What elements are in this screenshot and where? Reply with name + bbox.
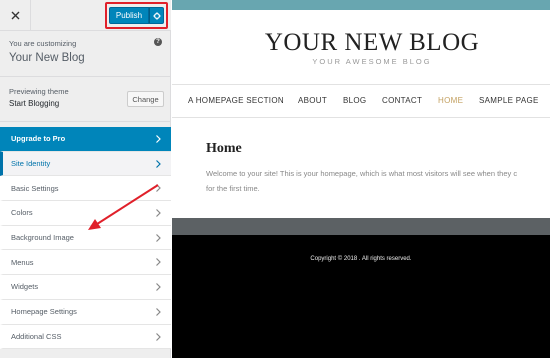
page-title: Home (206, 141, 242, 156)
sidebar-item-label: Menus (11, 257, 34, 267)
chevron-right-icon (156, 283, 161, 292)
customizer-panel-list: Upgrade to Pro Site Identity Basic Setti… (0, 127, 171, 350)
theme-name: Start Blogging (9, 99, 60, 108)
copyright-text: Copyright © 2018 . All rights reserved. (310, 256, 412, 262)
footer-widget-bar (172, 218, 550, 235)
sidebar-item-upgrade-to-pro[interactable]: Upgrade to Pro (0, 127, 171, 152)
publish-highlight-box: Publish (105, 2, 168, 29)
customizing-info: You are customizing Your New Blog ? (0, 31, 171, 77)
site-preview: YOUR NEW BLOG YOUR AWESOME BLOG A HOMEPA… (172, 0, 550, 358)
chevron-right-icon (156, 332, 161, 341)
help-icon[interactable]: ? (154, 38, 162, 46)
customizer-header: Publish (0, 0, 171, 31)
header-accent-bar (172, 0, 550, 10)
change-theme-button[interactable]: Change (127, 91, 164, 107)
sidebar-item-menus[interactable]: Menus (0, 250, 171, 276)
sidebar-item-label: Basic Settings (11, 183, 59, 193)
close-customizer-button[interactable] (0, 0, 31, 31)
annotation-arrow-icon (88, 184, 159, 230)
sidebar-item-additional-css[interactable]: Additional CSS (0, 324, 171, 350)
gear-icon (152, 11, 161, 20)
publish-button[interactable]: Publish (109, 7, 149, 24)
close-icon (11, 11, 19, 20)
chevron-right-icon (156, 159, 161, 168)
sidebar-item-widgets[interactable]: Widgets (0, 275, 171, 300)
site-footer: Copyright © 2018 . All rights reserved. (172, 235, 550, 358)
nav-item-contact[interactable]: CONTACT (382, 96, 422, 105)
sidebar-item-site-identity[interactable]: Site Identity (0, 151, 171, 177)
nav-item-home[interactable]: HOME (438, 96, 463, 105)
chevron-right-icon (156, 258, 161, 267)
sidebar-item-label: Site Identity (11, 159, 51, 169)
blog-title[interactable]: YOUR NEW BLOG (172, 29, 550, 57)
previewing-theme-label: Previewing theme (9, 87, 69, 96)
page-content-line: for the first time. (206, 184, 260, 193)
nav-item-a-homepage-section[interactable]: A HOMEPAGE SECTION (188, 96, 284, 105)
sidebar-item-label: Upgrade to Pro (11, 134, 66, 144)
sidebar-item-label: Background Image (11, 233, 74, 243)
publish-settings-button[interactable] (149, 7, 164, 24)
nav-divider (172, 117, 550, 118)
nav-divider (172, 84, 550, 85)
chevron-right-icon (156, 307, 161, 316)
nav-item-blog[interactable]: BLOG (343, 96, 366, 105)
theme-info: Previewing theme Start Blogging Change (0, 77, 171, 122)
sidebar-item-label: Additional CSS (11, 331, 62, 341)
customizer-sidebar: Publish You are customizing Your New Blo… (0, 0, 171, 358)
site-name: Your New Blog (9, 52, 85, 64)
sidebar-item-label: Colors (11, 208, 33, 218)
page-content-line: Welcome to your site! This is your homep… (206, 169, 518, 178)
sidebar-item-label: Homepage Settings (11, 307, 77, 317)
nav-item-sample-page[interactable]: SAMPLE PAGE (479, 96, 539, 105)
sidebar-item-homepage-settings[interactable]: Homepage Settings (0, 299, 171, 325)
nav-item-about[interactable]: ABOUT (298, 96, 327, 105)
sidebar-item-label: Widgets (11, 282, 39, 292)
page-content: Welcome to your site! This is your homep… (206, 166, 550, 196)
chevron-right-icon (156, 135, 161, 143)
blog-tagline: YOUR AWESOME BLOG (312, 57, 432, 66)
customizing-label: You are customizing (9, 39, 77, 48)
